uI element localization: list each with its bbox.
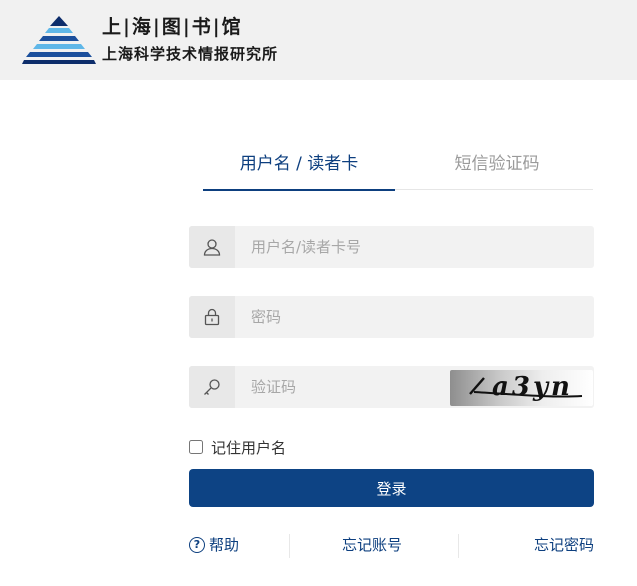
tab-username-card[interactable]: 用户名 / 读者卡 — [203, 150, 395, 191]
help-link[interactable]: ? 帮助 — [189, 532, 239, 558]
library-logo-icon — [22, 16, 96, 64]
password-input[interactable] — [235, 296, 594, 338]
captcha-input[interactable] — [235, 366, 445, 408]
tab-sms-code[interactable]: 短信验证码 — [401, 150, 593, 190]
remember-username[interactable]: 记住用户名 — [189, 437, 286, 457]
remember-checkbox[interactable] — [189, 440, 203, 454]
username-field — [189, 226, 594, 268]
site-header: 上|海|图|书|馆 上海科学技术情报研究所 — [0, 0, 637, 80]
captcha-text: a3yn — [492, 372, 573, 402]
captcha-image[interactable]: a3yn — [450, 370, 593, 406]
help-label: 帮助 — [209, 536, 240, 554]
key-icon — [189, 366, 235, 408]
user-icon — [189, 226, 235, 268]
logo-line-1: 上|海|图|书|馆 — [102, 16, 243, 38]
question-circle-icon: ? — [189, 537, 205, 553]
login-button[interactable]: 登录 — [189, 469, 594, 507]
forgot-password-link[interactable]: 忘记密码 — [534, 532, 594, 558]
logo-line-2: 上海科学技术情报研究所 — [102, 45, 279, 63]
forgot-account-link[interactable]: 忘记账号 — [342, 532, 402, 558]
footer-links: ? 帮助 忘记账号 忘记密码 — [189, 532, 594, 560]
login-tabs: 用户名 / 读者卡 短信验证码 — [203, 150, 593, 191]
divider — [458, 534, 459, 558]
remember-label: 记住用户名 — [211, 438, 287, 457]
username-input[interactable] — [235, 226, 594, 268]
library-logo-text: 上|海|图|书|馆 上海科学技术情报研究所 — [102, 14, 302, 66]
divider — [289, 534, 290, 558]
lock-icon — [189, 296, 235, 338]
password-field — [189, 296, 594, 338]
